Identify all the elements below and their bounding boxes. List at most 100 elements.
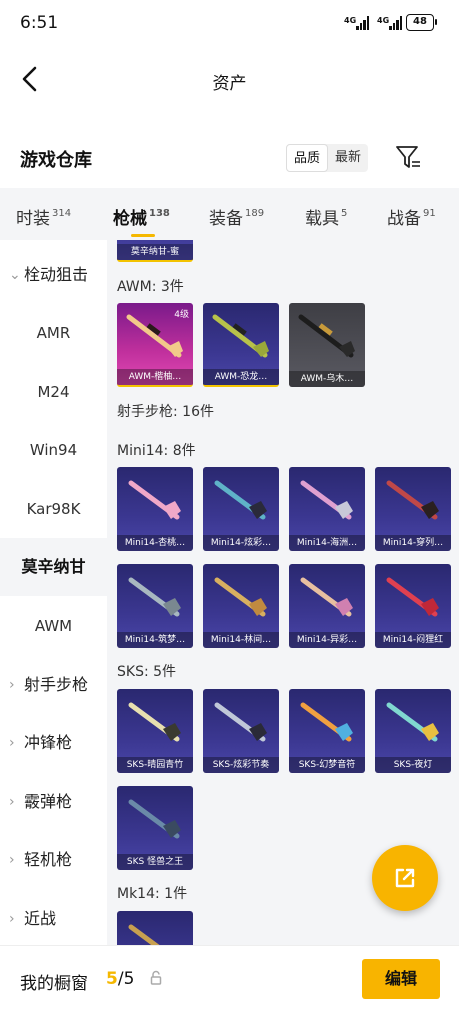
status-time: 6:51 xyxy=(20,13,59,33)
tab-count: 138 xyxy=(149,208,170,219)
tab-count: 91 xyxy=(423,208,436,219)
group-header-mk14: Mk14: 1件 xyxy=(117,886,188,902)
skin-card-label: Mini14-异彩… xyxy=(289,632,365,648)
skin-card[interactable]: SKS-炫彩节奏 xyxy=(203,689,279,773)
rifle-icon xyxy=(214,480,267,520)
chevron-right-icon: › xyxy=(9,852,15,868)
skin-card-label: Mini14-海洲… xyxy=(289,535,365,551)
showcase-count: 5/5 xyxy=(106,969,134,989)
sidebar-item-smg[interactable]: › 冲锋枪 xyxy=(0,714,107,772)
skin-card-label: Mini14-穿列… xyxy=(375,535,451,551)
skin-card[interactable]: Mini14-异彩… xyxy=(289,564,365,648)
skin-card-label: SKS-炫彩节奏 xyxy=(203,757,279,773)
tab-count: 314 xyxy=(52,208,72,219)
skin-card-label: AWM-楷柚… xyxy=(117,369,193,385)
skin-card[interactable]: Mini14-林间… xyxy=(203,564,279,648)
rifle-icon xyxy=(298,314,355,358)
group-header-awm: AWM: 3件 xyxy=(117,279,184,295)
skin-card[interactable]: 4级 AWM-楷柚… xyxy=(117,303,193,387)
external-link-icon xyxy=(395,868,415,888)
showcase-current: 5 xyxy=(106,969,118,989)
tab-equipment[interactable]: 装备 189 xyxy=(209,204,264,229)
skin-card[interactable]: Mini14-炫彩… xyxy=(203,467,279,551)
active-tab-indicator xyxy=(131,234,155,237)
share-fab-button[interactable] xyxy=(372,845,438,911)
skin-card[interactable]: Mini14-海洲… xyxy=(289,467,365,551)
showcase-bar: 我的橱窗 5/5 编辑 xyxy=(0,945,459,1012)
rifle-icon xyxy=(128,480,181,520)
tab-count: 189 xyxy=(245,208,265,219)
rifle-icon xyxy=(128,799,181,839)
rifle-icon xyxy=(300,702,353,742)
sidebar-item-amr[interactable]: AMR xyxy=(0,304,107,362)
weapon-sidebar: ⌄ 栓动狙击 AMR M24 Win94 Kar98K 莫辛纳甘 AWM › 射手步… xyxy=(0,240,107,945)
skin-card[interactable] xyxy=(117,911,193,945)
tab-supplies[interactable]: 战备 91 xyxy=(387,204,436,229)
sidebar-item-bolt-action[interactable]: ⌄ 栓动狙击 xyxy=(0,246,107,304)
tab-fashion[interactable]: 时装 314 xyxy=(16,204,71,229)
signal-bars-icon xyxy=(389,16,403,30)
sidebar-item-label: 霰弹枪 xyxy=(24,792,73,811)
chevron-right-icon: › xyxy=(9,677,15,693)
tab-label: 战备 xyxy=(387,209,421,229)
rifle-icon xyxy=(300,480,353,520)
skin-card[interactable]: AWM-恐龙… xyxy=(203,303,279,387)
group-header-mini14: Mini14: 8件 xyxy=(117,443,196,459)
chevron-right-icon: › xyxy=(9,735,15,751)
skin-card-label: Mini14-炫彩… xyxy=(203,535,279,551)
sidebar-item-awm[interactable]: AWM xyxy=(0,597,107,655)
sidebar-item-m24[interactable]: M24 xyxy=(0,363,107,421)
chevron-right-icon: › xyxy=(9,911,15,927)
skin-card[interactable]: Mini14-筑梦… xyxy=(117,564,193,648)
skin-card[interactable]: SKS-夜灯 xyxy=(375,689,451,773)
weapon-grid: 莫辛纳甘-蜜 AWM: 3件 4级 AWM-楷柚… AWM-恐龙… AWM-乌木… xyxy=(107,240,459,945)
skin-card-label: SKS 怪兽之王 xyxy=(117,854,193,870)
skin-card[interactable]: SKS 怪兽之王 xyxy=(117,786,193,870)
sort-quality-button[interactable]: 品质 xyxy=(286,144,329,172)
signal-bars-icon xyxy=(356,16,370,30)
battery-icon: 48 xyxy=(406,14,437,31)
skin-card-label: Mini14-林间… xyxy=(203,632,279,648)
tab-weapons[interactable]: 枪械 138 xyxy=(113,204,170,229)
skin-card[interactable]: SKS-幻梦音符 xyxy=(289,689,365,773)
sidebar-item-mosin[interactable]: 莫辛纳甘 xyxy=(0,538,107,596)
tab-count: 5 xyxy=(341,208,348,219)
signal-label-1: 4G xyxy=(344,16,357,25)
skin-card[interactable]: Mini14-闷狸红 xyxy=(375,564,451,648)
showcase-total: /5 xyxy=(117,969,135,989)
sort-newest-button[interactable]: 最新 xyxy=(328,144,368,172)
skin-card[interactable]: AWM-乌木… xyxy=(289,303,365,387)
chevron-down-icon: ⌄ xyxy=(9,267,21,283)
rifle-icon xyxy=(386,480,439,520)
filter-icon[interactable] xyxy=(395,143,421,171)
sidebar-item-win94[interactable]: Win94 xyxy=(0,421,107,479)
rifle-icon xyxy=(300,577,353,617)
skin-card[interactable]: Mini14-杏桃… xyxy=(117,467,193,551)
page-title: 资产 xyxy=(212,74,247,94)
edit-button[interactable]: 编辑 xyxy=(362,959,440,999)
tab-label: 枪械 xyxy=(113,209,147,229)
skin-card-label: SKS-幻梦音符 xyxy=(289,757,365,773)
rifle-icon xyxy=(386,577,439,617)
skin-card-label: Mini14-闷狸红 xyxy=(375,632,451,648)
sidebar-item-label: 近战 xyxy=(24,909,57,928)
chevron-right-icon: › xyxy=(9,794,15,810)
skin-card-label: AWM-乌木… xyxy=(289,371,365,387)
sidebar-item-label: 轻机枪 xyxy=(24,850,73,869)
rifle-icon xyxy=(128,702,181,742)
skin-card[interactable]: SKS-晴园青竹 xyxy=(117,689,193,773)
group-header-sks: SKS: 5件 xyxy=(117,664,177,680)
tab-vehicles[interactable]: 载具 5 xyxy=(305,204,347,229)
skin-card[interactable]: 莫辛纳甘-蜜 xyxy=(117,240,193,262)
sidebar-item-shotgun[interactable]: › 霰弹枪 xyxy=(0,773,107,831)
skin-card-label: AWM-恐龙… xyxy=(203,369,279,385)
skin-card-label: 莫辛纳甘-蜜 xyxy=(117,244,193,260)
skin-card[interactable]: Mini14-穿列… xyxy=(375,467,451,551)
sidebar-item-marksman[interactable]: › 射手步枪 xyxy=(0,656,107,714)
sidebar-item-kar98k[interactable]: Kar98K xyxy=(0,480,107,538)
showcase-label: 我的橱窗 xyxy=(20,974,88,994)
sidebar-item-label: 射手步枪 xyxy=(24,675,89,694)
sidebar-item-lmg[interactable]: › 轻机枪 xyxy=(0,831,107,889)
lock-icon[interactable] xyxy=(150,970,162,986)
sidebar-item-melee[interactable]: › 近战 xyxy=(0,890,107,945)
